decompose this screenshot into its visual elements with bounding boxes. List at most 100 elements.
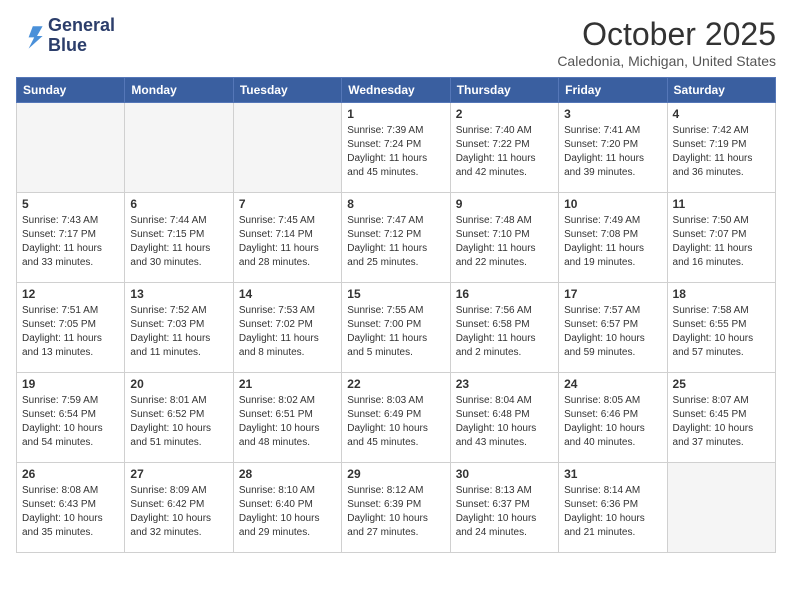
day-info: Sunrise: 7:48 AM Sunset: 7:10 PM Dayligh… [456,214,553,270]
calendar-cell: 16 Sunrise: 7:56 AM Sunset: 6:58 PM Dayli… [450,283,558,373]
day-number: 4 [673,107,770,121]
calendar-cell: 22Sunrise: 8:03 AM Sunset: 6:49 PM Dayli… [342,373,450,463]
page-header: General Blue October 2025 Caledonia, Mic… [16,16,776,69]
day-info: Sunrise: 8:07 AM Sunset: 6:45 PM Dayligh… [673,394,770,450]
day-info: Sunrise: 7:42 AM Sunset: 7:19 PM Dayligh… [673,124,770,180]
calendar-cell: 20Sunrise: 8:01 AM Sunset: 6:52 PM Dayli… [125,373,233,463]
calendar-cell: 8 Sunrise: 7:47 AM Sunset: 7:12 PM Daylig… [342,193,450,283]
calendar-cell: 2 Sunrise: 7:40 AM Sunset: 7:22 PM Daylig… [450,103,558,193]
day-number: 12 [22,287,119,301]
weekday-header-row: SundayMondayTuesdayWednesdayThursdayFrid… [17,78,776,103]
day-number: 30 [456,467,553,481]
day-info: Sunrise: 7:59 AM Sunset: 6:54 PM Dayligh… [22,394,119,450]
week-row: 12 Sunrise: 7:51 AM Sunset: 7:05 PM Dayli… [17,283,776,373]
weekday-header: Tuesday [233,78,341,103]
weekday-header: Sunday [17,78,125,103]
day-number: 13 [130,287,227,301]
day-number: 9 [456,197,553,211]
day-number: 26 [22,467,119,481]
day-info: Sunrise: 7:52 AM Sunset: 7:03 PM Dayligh… [130,304,227,360]
day-number: 18 [673,287,770,301]
day-number: 14 [239,287,336,301]
day-info: Sunrise: 8:14 AM Sunset: 6:36 PM Dayligh… [564,484,661,540]
calendar-cell: 25 Sunrise: 8:07 AM Sunset: 6:45 PM Dayli… [667,373,775,463]
day-number: 16 [456,287,553,301]
calendar-cell [233,103,341,193]
day-info: Sunrise: 7:53 AM Sunset: 7:02 PM Dayligh… [239,304,336,360]
month-title: October 2025 [557,16,776,53]
calendar-cell: 31Sunrise: 8:14 AM Sunset: 6:36 PM Dayli… [559,463,667,553]
day-number: 24 [564,377,661,391]
calendar-cell: 10Sunrise: 7:49 AM Sunset: 7:08 PM Dayli… [559,193,667,283]
day-number: 25 [673,377,770,391]
calendar-cell [17,103,125,193]
day-info: Sunrise: 8:05 AM Sunset: 6:46 PM Dayligh… [564,394,661,450]
location: Caledonia, Michigan, United States [557,53,776,69]
weekday-header: Friday [559,78,667,103]
calendar-cell: 26 Sunrise: 8:08 AM Sunset: 6:43 PM Dayli… [17,463,125,553]
calendar-cell: 17 Sunrise: 7:57 AM Sunset: 6:57 PM Dayli… [559,283,667,373]
calendar-cell: 5Sunrise: 7:43 AM Sunset: 7:17 PM Daylig… [17,193,125,283]
day-number: 8 [347,197,444,211]
week-row: 5Sunrise: 7:43 AM Sunset: 7:17 PM Daylig… [17,193,776,283]
calendar-cell: 13 Sunrise: 7:52 AM Sunset: 7:03 PM Dayli… [125,283,233,373]
calendar-cell: 14 Sunrise: 7:53 AM Sunset: 7:02 PM Dayli… [233,283,341,373]
calendar-cell: 1Sunrise: 7:39 AM Sunset: 7:24 PM Daylig… [342,103,450,193]
day-info: Sunrise: 7:44 AM Sunset: 7:15 PM Dayligh… [130,214,227,270]
logo-text: General Blue [48,16,115,56]
calendar-cell: 30Sunrise: 8:13 AM Sunset: 6:37 PM Dayli… [450,463,558,553]
calendar-table: SundayMondayTuesdayWednesdayThursdayFrid… [16,77,776,553]
day-number: 10 [564,197,661,211]
calendar-cell: 9 Sunrise: 7:48 AM Sunset: 7:10 PM Daylig… [450,193,558,283]
calendar-cell: 18 Sunrise: 7:58 AM Sunset: 6:55 PM Dayli… [667,283,775,373]
calendar-cell: 12 Sunrise: 7:51 AM Sunset: 7:05 PM Dayli… [17,283,125,373]
weekday-header: Monday [125,78,233,103]
day-info: Sunrise: 8:09 AM Sunset: 6:42 PM Dayligh… [130,484,227,540]
day-info: Sunrise: 8:03 AM Sunset: 6:49 PM Dayligh… [347,394,444,450]
calendar-cell: 29 Sunrise: 8:12 AM Sunset: 6:39 PM Dayli… [342,463,450,553]
calendar-cell: 4 Sunrise: 7:42 AM Sunset: 7:19 PM Daylig… [667,103,775,193]
weekday-header: Thursday [450,78,558,103]
day-info: Sunrise: 8:08 AM Sunset: 6:43 PM Dayligh… [22,484,119,540]
calendar-cell: 27 Sunrise: 8:09 AM Sunset: 6:42 PM Dayli… [125,463,233,553]
calendar-cell: 21Sunrise: 8:02 AM Sunset: 6:51 PM Dayli… [233,373,341,463]
title-block: October 2025 Caledonia, Michigan, United… [557,16,776,69]
day-info: Sunrise: 7:57 AM Sunset: 6:57 PM Dayligh… [564,304,661,360]
day-info: Sunrise: 8:10 AM Sunset: 6:40 PM Dayligh… [239,484,336,540]
day-number: 7 [239,197,336,211]
day-info: Sunrise: 7:47 AM Sunset: 7:12 PM Dayligh… [347,214,444,270]
calendar-cell: 19 Sunrise: 7:59 AM Sunset: 6:54 PM Dayli… [17,373,125,463]
day-info: Sunrise: 7:51 AM Sunset: 7:05 PM Dayligh… [22,304,119,360]
weekday-header: Wednesday [342,78,450,103]
calendar-cell: 6 Sunrise: 7:44 AM Sunset: 7:15 PM Daylig… [125,193,233,283]
day-info: Sunrise: 7:55 AM Sunset: 7:00 PM Dayligh… [347,304,444,360]
day-number: 3 [564,107,661,121]
calendar-cell: 28Sunrise: 8:10 AM Sunset: 6:40 PM Dayli… [233,463,341,553]
calendar-cell: 7 Sunrise: 7:45 AM Sunset: 7:14 PM Daylig… [233,193,341,283]
week-row: 19 Sunrise: 7:59 AM Sunset: 6:54 PM Dayli… [17,373,776,463]
day-info: Sunrise: 8:12 AM Sunset: 6:39 PM Dayligh… [347,484,444,540]
calendar-cell: 15 Sunrise: 7:55 AM Sunset: 7:00 PM Dayli… [342,283,450,373]
day-info: Sunrise: 8:01 AM Sunset: 6:52 PM Dayligh… [130,394,227,450]
day-number: 23 [456,377,553,391]
day-number: 19 [22,377,119,391]
day-number: 21 [239,377,336,391]
day-info: Sunrise: 7:45 AM Sunset: 7:14 PM Dayligh… [239,214,336,270]
day-info: Sunrise: 7:40 AM Sunset: 7:22 PM Dayligh… [456,124,553,180]
week-row: 1Sunrise: 7:39 AM Sunset: 7:24 PM Daylig… [17,103,776,193]
day-info: Sunrise: 7:58 AM Sunset: 6:55 PM Dayligh… [673,304,770,360]
calendar-cell: 11Sunrise: 7:50 AM Sunset: 7:07 PM Dayli… [667,193,775,283]
day-number: 6 [130,197,227,211]
day-info: Sunrise: 7:56 AM Sunset: 6:58 PM Dayligh… [456,304,553,360]
day-info: Sunrise: 7:41 AM Sunset: 7:20 PM Dayligh… [564,124,661,180]
day-info: Sunrise: 8:04 AM Sunset: 6:48 PM Dayligh… [456,394,553,450]
calendar-cell [125,103,233,193]
day-number: 1 [347,107,444,121]
calendar-cell: 24 Sunrise: 8:05 AM Sunset: 6:46 PM Dayli… [559,373,667,463]
day-number: 29 [347,467,444,481]
day-number: 27 [130,467,227,481]
week-row: 26 Sunrise: 8:08 AM Sunset: 6:43 PM Dayli… [17,463,776,553]
day-number: 17 [564,287,661,301]
day-number: 2 [456,107,553,121]
day-number: 15 [347,287,444,301]
